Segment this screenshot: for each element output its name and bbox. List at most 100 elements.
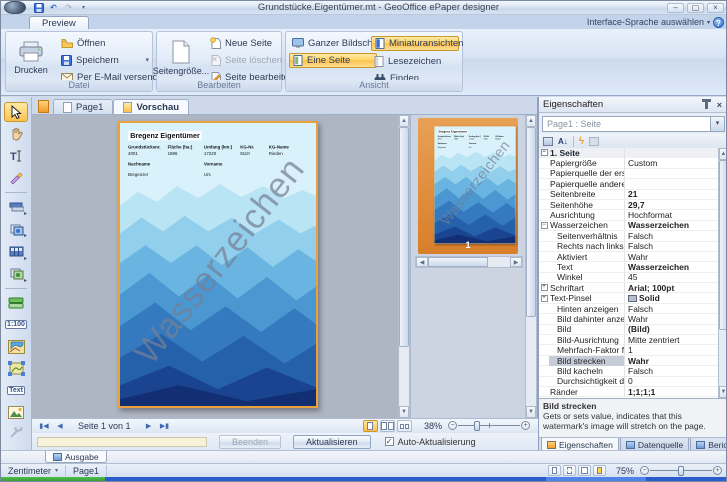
- property-row[interactable]: + Schriftart Arial; 100pt: [539, 282, 726, 294]
- property-value[interactable]: 1;1;1;1: [625, 387, 726, 397]
- taskbar-app-button[interactable]: [546, 477, 646, 481]
- auto-refresh-checkbox[interactable]: ✓: [384, 437, 394, 446]
- property-value[interactable]: Mitte zentriert: [625, 335, 726, 345]
- tab-ausgabe[interactable]: Ausgabe: [45, 451, 107, 463]
- delete-page-button[interactable]: Seite löschen: [207, 53, 282, 67]
- status-page-cell[interactable]: Page1: [66, 465, 108, 476]
- property-value[interactable]: Wasserzeichen: [625, 220, 726, 230]
- alphabetical-sort-icon[interactable]: A↓: [558, 137, 568, 146]
- flyout-arrow-icon[interactable]: ▸: [24, 210, 27, 217]
- format-brush-tool[interactable]: [4, 168, 28, 188]
- pan-tool[interactable]: [4, 124, 28, 144]
- property-value[interactable]: 0: [625, 376, 726, 386]
- property-value[interactable]: Solid: [625, 293, 726, 303]
- tab-page1[interactable]: Page1: [53, 99, 114, 114]
- property-row[interactable]: Bild strecken Wahr: [539, 355, 726, 367]
- scrollbar-thumb[interactable]: [526, 127, 536, 317]
- property-row[interactable]: Aktiviert Wahr: [539, 251, 726, 263]
- thumbnails-scrollbar[interactable]: ▲ ▼: [525, 115, 537, 418]
- property-row[interactable]: Bild dahinter anzeig Wahr: [539, 313, 726, 325]
- scrollbar-thumb[interactable]: [399, 127, 409, 347]
- property-row[interactable]: Rechts nach links Falsch: [539, 241, 726, 252]
- property-row[interactable]: Text Wasserzeichen: [539, 262, 726, 273]
- collapse-icon[interactable]: −: [540, 149, 548, 157]
- maximize-button[interactable]: ▢: [687, 2, 704, 13]
- collapse-icon[interactable]: −: [540, 221, 548, 229]
- bookmarks-button[interactable]: Lesezeichen: [371, 54, 459, 68]
- scrollbar-thumb[interactable]: [428, 257, 488, 267]
- thumbnails-hscrollbar[interactable]: ◀ ▶: [415, 256, 523, 268]
- zoom-in-icon[interactable]: +: [713, 465, 722, 475]
- property-value[interactable]: Wahr: [625, 252, 726, 262]
- property-value[interactable]: Wahr: [625, 314, 726, 324]
- property-pages-icon[interactable]: [589, 137, 600, 146]
- open-button[interactable]: Öffnen: [58, 36, 152, 50]
- property-row[interactable]: Mehrfach-Faktor fü 1: [539, 345, 726, 356]
- one-page-button[interactable]: Eine Seite: [289, 53, 377, 68]
- normal-view-button[interactable]: [547, 465, 561, 476]
- property-value[interactable]: Custom: [625, 158, 726, 168]
- property-row[interactable]: + Text-Pinsel Solid: [539, 293, 726, 304]
- office-button[interactable]: [4, 1, 26, 14]
- scroll-right-icon[interactable]: ▶: [510, 257, 522, 267]
- preview-page[interactable]: Bregenz Eigentümer Grundstücksnr. Fläche …: [118, 121, 318, 408]
- scroll-up-icon[interactable]: ▲: [526, 115, 536, 127]
- property-row[interactable]: Ausrichtung Hochformat: [539, 210, 726, 221]
- last-page-icon[interactable]: ▶▮: [157, 420, 173, 432]
- full-screen-button[interactable]: Ganzer Bildschi...: [289, 36, 382, 50]
- property-value[interactable]: 1: [625, 345, 726, 355]
- scroll-down-icon[interactable]: ▼: [399, 406, 409, 418]
- property-row[interactable]: Bild kacheln Falsch: [539, 365, 726, 377]
- preview-canvas[interactable]: Bregenz Eigentümer Grundstücksnr. Fläche …: [32, 115, 398, 418]
- flyout-arrow-icon[interactable]: ▸: [24, 277, 27, 284]
- scroll-up-icon[interactable]: ▲: [719, 148, 726, 160]
- zoom-in-icon[interactable]: +: [521, 421, 530, 430]
- stop-button[interactable]: Beenden: [219, 434, 282, 449]
- chevron-down-icon[interactable]: ▾: [145, 56, 149, 64]
- first-page-icon[interactable]: ▮◀: [36, 420, 52, 432]
- scale-tool[interactable]: 1:100: [4, 315, 28, 335]
- property-value[interactable]: Falsch: [625, 231, 726, 241]
- selected-thumbnail[interactable]: Bregenz Eigentümer Grundstücksnr. Fläche …: [418, 118, 518, 254]
- property-value[interactable]: Wasserzeichen: [625, 262, 726, 272]
- scrollbar-thumb[interactable]: [719, 160, 726, 330]
- property-row[interactable]: −1. Seite: [539, 148, 726, 159]
- property-grid-scrollbar[interactable]: ▲ ▼: [718, 148, 726, 398]
- property-value[interactable]: 29,7: [625, 200, 726, 210]
- thumbnails-button[interactable]: Miniaturansichten: [371, 36, 463, 51]
- property-value[interactable]: (Bild): [625, 324, 726, 334]
- zoom-out-icon[interactable]: −: [640, 465, 649, 475]
- property-value[interactable]: 45: [625, 272, 726, 282]
- page-size-button[interactable]: Seitengröße...: [153, 35, 209, 81]
- save-icon[interactable]: [32, 2, 45, 13]
- zoom-slider-thumb[interactable]: [474, 421, 480, 431]
- flyout-arrow-icon[interactable]: ▸: [24, 232, 27, 239]
- property-row[interactable]: Seitenbreite 21: [539, 189, 726, 200]
- preview-scrollbar[interactable]: ▲ ▼: [398, 115, 410, 418]
- map-frame-tool[interactable]: [4, 359, 28, 379]
- tab-preview[interactable]: Preview: [29, 16, 89, 29]
- property-value[interactable]: Falsch: [625, 366, 726, 376]
- select-tool[interactable]: [4, 102, 28, 123]
- save-button[interactable]: Speichern ▾: [58, 53, 152, 67]
- next-page-icon[interactable]: ▶: [141, 420, 157, 432]
- property-value[interactable]: Falsch: [625, 304, 726, 314]
- property-row[interactable]: Ränder 1;1;1;1: [539, 386, 726, 398]
- property-row[interactable]: Bild (Bild): [539, 324, 726, 336]
- property-row[interactable]: Papierquelle der erste: [539, 168, 726, 180]
- customize-tool[interactable]: [4, 424, 28, 444]
- property-row[interactable]: Seitenhöhe 29,7: [539, 199, 726, 211]
- redo-icon[interactable]: ↷: [62, 2, 75, 13]
- categorized-view-icon[interactable]: [543, 137, 553, 146]
- text-edit-tool[interactable]: T: [4, 146, 28, 166]
- minimize-button[interactable]: –: [667, 2, 684, 13]
- close-icon[interactable]: ×: [715, 100, 724, 110]
- zoom-slider-thumb[interactable]: [678, 465, 684, 476]
- property-value[interactable]: Wahr: [625, 356, 726, 366]
- scroll-down-icon[interactable]: ▼: [719, 386, 726, 398]
- units-selector[interactable]: Zentimeter ▾: [1, 465, 67, 476]
- property-row[interactable]: Papierquelle anderer S: [539, 178, 726, 190]
- property-value[interactable]: 21: [625, 189, 726, 199]
- flyout-arrow-icon[interactable]: ▸: [24, 255, 27, 262]
- two-page-view-button[interactable]: [379, 420, 395, 432]
